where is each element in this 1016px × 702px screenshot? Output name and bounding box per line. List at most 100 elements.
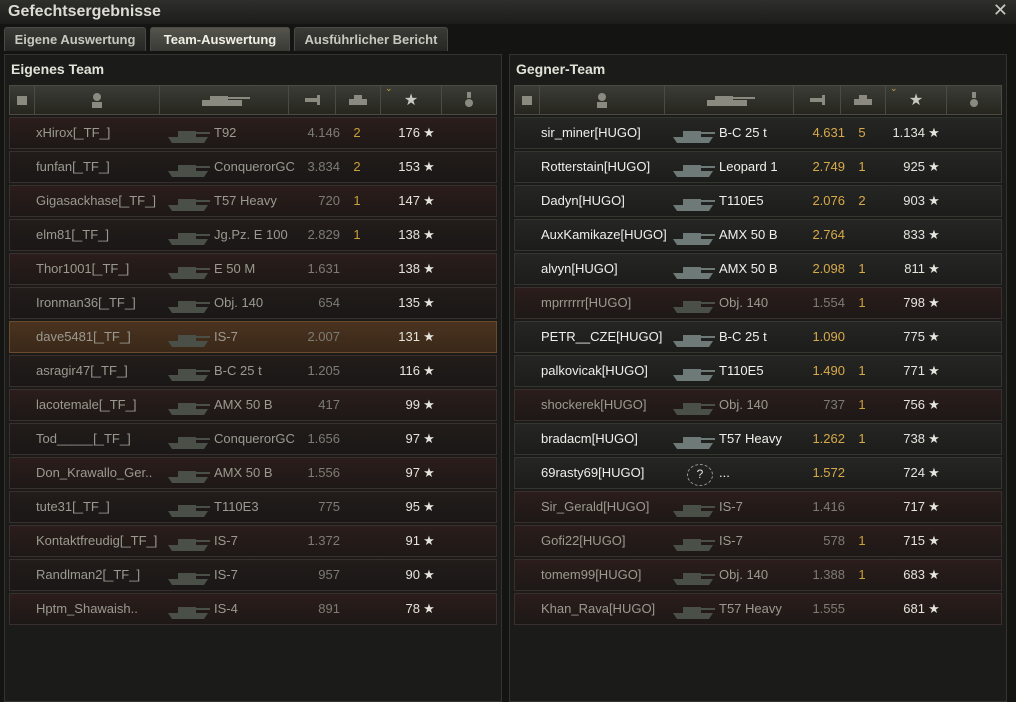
vehicle-name: ConquerorGC [214,159,295,174]
tab-team-auswertung[interactable]: Team-Auswertung [150,27,290,51]
table-row[interactable]: Rotterstain[HUGO] Leopard 1 2.749 1 925 ★ [514,151,1002,183]
table-row[interactable]: Hptm_Shawaish.. IS-4 891 78 ★ [9,593,497,625]
vehicle-name: Jg.Pz. E 100 [214,227,288,242]
table-row[interactable]: Don_Krawallo_Ger.. AMX 50 B 1.556 97 ★ [9,457,497,489]
unknown-tank-icon: ? [687,464,713,486]
damage-icon[interactable] [794,86,841,114]
tab-eigene-auswertung[interactable]: Eigene Auswertung [4,27,146,51]
table-row[interactable]: Thor1001[_TF_] E 50 M 1.631 138 ★ [9,253,497,285]
kills-value: 5 [858,125,866,140]
vehicle-name: T57 Heavy [214,193,277,208]
player-icon[interactable] [540,86,665,114]
damage-value: 1.372 [307,533,340,548]
tank-icon [673,233,715,245]
squad-icon[interactable] [10,86,35,114]
table-row[interactable]: Gofi22[HUGO] IS-7 578 1 715 ★ [514,525,1002,557]
table-row[interactable]: mprrrrrr[HUGO] Obj. 140 1.554 1 798 ★ [514,287,1002,319]
damage-value: 654 [318,295,340,310]
table-row[interactable]: 69rasty69[HUGO]?... 1.572 724 ★ [514,457,1002,489]
own-team-title: Eigenes Team [11,61,105,77]
table-row[interactable]: Khan_Rava[HUGO] T57 Heavy 1.555 681 ★ [514,593,1002,625]
table-row[interactable]: funfan[_TF_] ConquerorGC 3.834 2 153 ★ [9,151,497,183]
vehicle-name: Obj. 140 [719,397,769,412]
squad-icon[interactable] [515,86,540,114]
star-icon: ★ [928,261,940,276]
table-row[interactable]: Dadyn[HUGO] T110E5 2.076 2 903 ★ [514,185,1002,217]
kills-value [350,424,364,454]
table-row[interactable]: xHirox[_TF_] T92 4.146 2 176 ★ [9,117,497,149]
star-icon: ★ [928,159,940,174]
star-icon: ★ [423,465,435,480]
vehicle-icon-cell [162,492,214,522]
star-icon: ★ [423,193,435,208]
vehicle-icon-cell [667,594,719,624]
kills-value: 1 [858,431,866,446]
table-row[interactable]: dave5481[_TF_] IS-7 2.007 131 ★ [9,321,497,353]
vehicle-name: B-C 25 t [719,125,767,140]
score-value: 147 [398,193,420,208]
table-row[interactable]: alvyn[HUGO] AMX 50 B 2.098 1 811 ★ [514,253,1002,285]
table-row[interactable]: asragir47[_TF_] B-C 25 t 1.205 116 ★ [9,355,497,387]
player-icon[interactable] [35,86,160,114]
table-row[interactable]: shockerek[HUGO] Obj. 140 737 1 756 ★ [514,389,1002,421]
kills-value [855,220,869,250]
star-icon: ★ [928,227,940,242]
tank-icon [673,131,715,143]
table-row[interactable]: Sir_Gerald[HUGO] IS-7 1.416 717 ★ [514,491,1002,523]
tank-icon [168,131,210,143]
vehicle-name: ... [719,465,730,480]
kills-icon[interactable] [336,86,381,114]
table-row[interactable]: tomem99[HUGO] Obj. 140 1.388 1 683 ★ [514,559,1002,591]
tank-icon[interactable] [160,86,289,114]
table-row[interactable]: Ironman36[_TF_] Obj. 140 654 135 ★ [9,287,497,319]
damage-icon[interactable] [289,86,336,114]
star-icon: ★ [928,533,940,548]
close-icon[interactable]: ✕ [993,0,1008,21]
score-value: 138 [398,227,420,242]
vehicle-icon-cell [667,118,719,148]
star-icon: ★ [928,431,940,446]
tank-icon [673,369,715,381]
damage-value: 2.829 [307,227,340,242]
vehicle-name: ConquerorGC [214,431,295,446]
star-icon: ★ [928,567,940,582]
vehicle-name: B-C 25 t [719,329,767,344]
vehicle-name: AMX 50 B [719,227,778,242]
vehicle-icon-cell [162,560,214,590]
tank-icon [673,267,715,279]
table-row[interactable]: PETR__CZE[HUGO] B-C 25 t 1.090 775 ★ [514,321,1002,353]
score-value: 903 [903,193,925,208]
tab-ausfuehrlicher-bericht[interactable]: Ausführlicher Bericht [294,27,448,51]
table-row[interactable]: Randlman2[_TF_] IS-7 957 90 ★ [9,559,497,591]
vehicle-name: Obj. 140 [214,295,264,310]
table-row[interactable]: bradacm[HUGO] T57 Heavy 1.262 1 738 ★ [514,423,1002,455]
table-row[interactable]: Kontaktfreudig[_TF_] IS-7 1.372 91 ★ [9,525,497,557]
star-icon: ★ [423,567,435,582]
tank-icon [168,607,210,619]
star-icon: ★ [423,295,435,310]
medal-icon[interactable] [947,86,1001,114]
table-row[interactable]: AuxKamikaze[HUGO] AMX 50 B 2.764 833 ★ [514,219,1002,251]
vehicle-icon-cell [667,322,719,352]
table-row[interactable]: Gigasackhase[_TF_] T57 Heavy 720 1 147 ★ [9,185,497,217]
damage-value: 1.631 [307,261,340,276]
kills-value [350,458,364,488]
tank-icon [673,165,715,177]
table-row[interactable]: elm81[_TF_] Jg.Pz. E 100 2.829 1 138 ★ [9,219,497,251]
kills-icon[interactable] [841,86,886,114]
damage-value: 1.555 [812,601,845,616]
table-row[interactable]: tute31[_TF_] T110E3 775 95 ★ [9,491,497,523]
medal-icon[interactable] [442,86,496,114]
score-value: 724 [903,465,925,480]
vehicle-icon-cell [667,152,719,182]
table-row[interactable]: sir_miner[HUGO] B-C 25 t 4.631 5 1.134 ★ [514,117,1002,149]
tank-icon[interactable] [665,86,794,114]
kills-value [350,594,364,624]
score-value: 738 [903,431,925,446]
table-row[interactable]: Tod_____[_TF_] ConquerorGC 1.656 97 ★ [9,423,497,455]
vehicle-icon-cell [162,594,214,624]
damage-value: 1.388 [812,567,845,582]
vehicle-name: Obj. 140 [719,567,769,582]
table-row[interactable]: palkovicak[HUGO] T110E5 1.490 1 771 ★ [514,355,1002,387]
table-row[interactable]: lacotemale[_TF_] AMX 50 B 417 99 ★ [9,389,497,421]
